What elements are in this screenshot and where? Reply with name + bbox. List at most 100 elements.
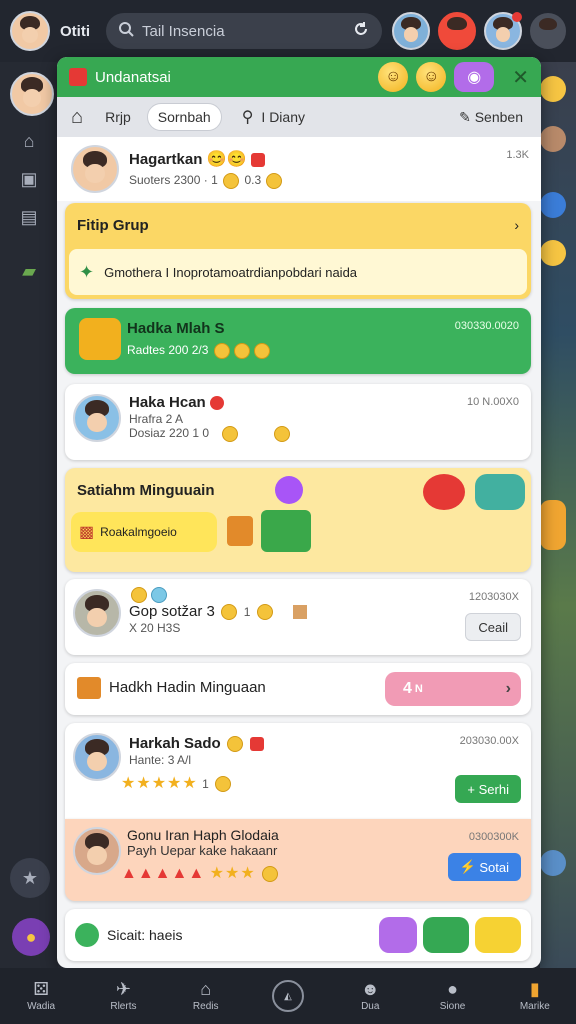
share-button[interactable]: + Serhi (455, 775, 521, 803)
friend-avatar[interactable] (392, 12, 430, 50)
smile-emoji-icon[interactable]: ☺ (378, 62, 409, 92)
promo-body: Hadka Mlah S Radtes 200 2/3 (127, 320, 272, 359)
home-icon[interactable]: ⌂ (65, 106, 89, 129)
gift-box-icon (227, 516, 253, 546)
tab-rrjp[interactable]: Rrjp (95, 104, 141, 130)
card-body: Harkah Sado Hante: 3 A/l (129, 735, 264, 767)
group-panel: Undanatsai ☺ ☺ ◉ ✕ ⌂ Rrjp Sornbah ⚲ I Di… (57, 57, 541, 968)
time-meta: 1203030X (468, 591, 519, 603)
list-item[interactable]: Gonu Iran Haph Glodaia Payh Uepar kake h… (65, 819, 531, 901)
shop-icon: ⌂ (200, 979, 212, 999)
list-item[interactable]: Harkah Sado Hante: 3 A/l ★★★★★ 1 203030.… (65, 723, 531, 819)
star-icon[interactable]: ★ (10, 858, 50, 898)
search-bar[interactable]: Tail Insencia (106, 13, 382, 49)
line2: Hrafra 2 A (129, 412, 184, 426)
mission-button[interactable]: ▩ Roakalmgoeio (71, 512, 217, 552)
list-item[interactable]: Hagartkan 😊😊 Suoters 2300 · 1 0.3 1.3K (57, 137, 541, 201)
message-icon[interactable]: ▤ (14, 204, 44, 230)
share-button-label: Serhi (478, 781, 509, 797)
smile-emoji-icon[interactable] (475, 474, 525, 510)
list-item[interactable]: Gop sotžar 3 1 X 20 H3S 1203030X Ceail (65, 579, 531, 655)
trophy-icon (79, 318, 121, 360)
chat-icon[interactable] (423, 917, 469, 953)
panel-header: Undanatsai ☺ ☺ ◉ ✕ (57, 57, 541, 97)
emoji-icon[interactable] (379, 917, 417, 953)
treasure-icon (261, 510, 311, 552)
emoji-icon: 😊😊 (206, 151, 247, 168)
bubble-icon (151, 587, 167, 603)
group-card[interactable]: Fitip Grup › ✦ Gmothera I Inoprotamoatrd… (65, 203, 531, 299)
reward-icon (540, 500, 566, 550)
close-icon[interactable]: ✕ (512, 65, 529, 90)
sticker-icon[interactable]: ◉ (454, 62, 495, 92)
star-rating-icon: ★★★ (209, 865, 256, 882)
nav-marike[interactable]: ▮ Marike (494, 968, 576, 1024)
badge-icon (210, 395, 225, 410)
tab-senben[interactable]: ✎ Senben (449, 104, 533, 131)
sub-text: Suoters 2300 (129, 173, 201, 188)
coin-icon (253, 343, 270, 359)
badge-icon (251, 152, 266, 167)
group-banner[interactable]: ✦ Gmothera I Inoprotamoatrdianpobdari na… (69, 249, 527, 295)
coin-icon (131, 587, 147, 603)
rating: ★★★★★ 1 (121, 773, 233, 793)
list-item[interactable]: Sicait: haeis (65, 909, 531, 961)
boost-button[interactable]: ⚡ Sotai (447, 853, 521, 881)
gift-icon: ✦ (79, 261, 95, 282)
heart-emoji-icon[interactable] (423, 474, 465, 510)
chat-icon[interactable] (530, 13, 566, 49)
avatar-peek (540, 126, 566, 152)
cancel-button[interactable]: Ceail (465, 613, 521, 641)
nav-wadia[interactable]: ⚄ Wadia (0, 968, 82, 1024)
mission-card[interactable]: Satiahm Minguuain ▩ Roakalmgoeio (65, 468, 531, 572)
friend-avatar-badged[interactable] (484, 12, 522, 50)
refresh-icon[interactable] (352, 20, 370, 42)
home-icon[interactable]: ⌂ (14, 128, 44, 154)
smile-emoji-icon[interactable] (475, 917, 521, 953)
app-logo-icon (69, 68, 87, 86)
leaf-icon (75, 923, 99, 947)
coin-icon (213, 343, 230, 359)
promo-sub: Radtes 200 2/3 (127, 343, 272, 359)
wink-emoji-icon[interactable]: ☺ (416, 62, 447, 92)
mascot-avatar[interactable] (438, 12, 476, 50)
nav-sione[interactable]: ● Sione (411, 968, 493, 1024)
box-icon (77, 677, 101, 699)
card-sub: Payh Uepar kake hakaanr (127, 843, 278, 858)
avatar (73, 394, 121, 442)
list-item[interactable]: Haka Hcan Hrafra 2 A Dosiaz 220 1 0 10 N… (65, 384, 531, 460)
nav-rlerts[interactable]: ✈ Rlerts (82, 968, 164, 1024)
pill-value: 4 (403, 680, 412, 697)
count-value: 0.3 (244, 173, 262, 188)
book-icon[interactable]: ▰ (14, 258, 44, 284)
tab-sornbah[interactable]: Sornbah (146, 103, 222, 131)
time-meta: 203030.00X (459, 735, 519, 747)
avatar (73, 589, 121, 637)
user-name: Harkah Sado (129, 735, 221, 752)
card-body: Hagartkan 😊😊 Suoters 2300 · 1 0.3 (129, 149, 284, 189)
nav-label: Dua (361, 1001, 380, 1012)
card-sub: Dosiaz 220 1 0 (129, 426, 292, 442)
star-rating-icon: ★★★★★ (121, 775, 198, 792)
list-item[interactable]: Hadkh Hadin Minguaan 4 N › (65, 663, 531, 715)
notification-dot (512, 12, 522, 22)
avatar-peek (540, 850, 566, 876)
nav-redis[interactable]: ⌂ Redis (165, 968, 247, 1024)
tab-diany[interactable]: I Diany (259, 104, 315, 130)
coin-icon (273, 426, 290, 442)
plane-icon: ✈ (115, 979, 131, 999)
card-sub: X 20 H3S (129, 621, 181, 635)
nav-label: Redis (192, 1001, 219, 1012)
emoji-icon (540, 240, 566, 266)
nav-home[interactable]: ◭ (247, 968, 329, 1024)
row-label: Sicait: haeis (107, 927, 183, 943)
game-icon[interactable]: ● (12, 918, 50, 956)
bolt-icon: ⚡ (459, 859, 476, 874)
progress-pill[interactable]: 4 N › (385, 672, 521, 706)
promo-card[interactable]: Hadka Mlah S Radtes 200 2/3 030330.0020 (65, 308, 531, 374)
profile-avatar[interactable] (10, 11, 50, 51)
image-icon[interactable]: ▣ (14, 166, 44, 192)
nav-dua[interactable]: ☻ Dua (329, 968, 411, 1024)
rail-avatar[interactable] (10, 72, 54, 116)
emoji-icon (275, 476, 303, 504)
